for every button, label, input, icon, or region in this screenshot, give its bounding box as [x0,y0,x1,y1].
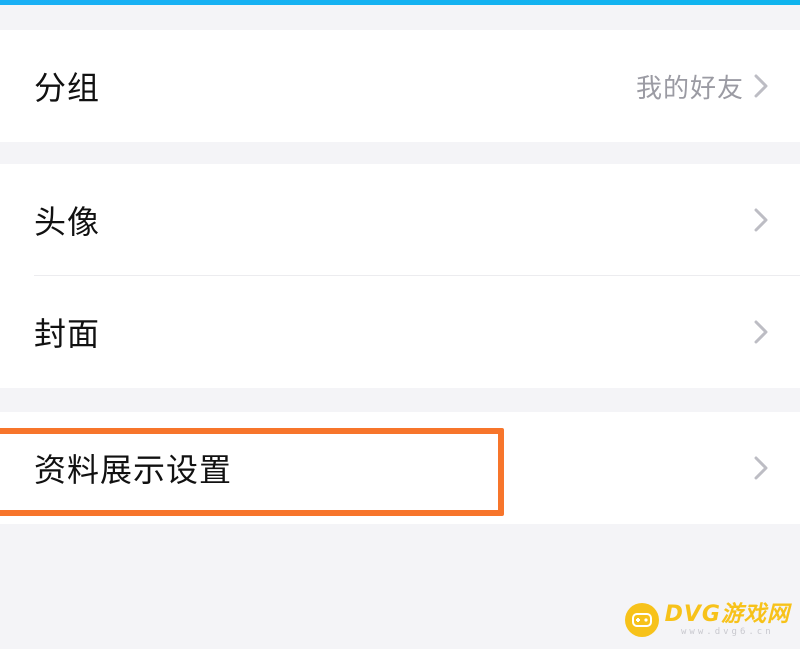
top-accent-bar [0,0,800,5]
chevron-right-icon [754,208,768,232]
row-profile-display-label: 资料展示设置 [34,451,233,489]
row-group-value: 我的好友 [635,73,744,104]
chevron-right-icon [754,320,768,344]
row-group[interactable]: 分组 我的好友 [0,30,800,142]
gamepad-icon [624,603,659,637]
profile-display-section: 资料展示设置 [0,412,800,524]
watermark-url: www.dvg6.cn [681,626,774,637]
chevron-right-icon [754,456,768,480]
row-avatar[interactable]: 头像 [0,164,800,276]
watermark-title: DVG游戏网 [664,601,790,627]
row-group-label: 分组 [34,69,101,107]
chevron-right-icon [754,74,768,98]
row-cover-label: 封面 [34,315,101,353]
row-avatar-label: 头像 [34,203,101,241]
group-section: 分组 我的好友 [0,30,800,142]
row-cover[interactable]: 封面 [0,276,800,388]
watermark: DVG游戏网 www.dvg6.cn [624,601,790,637]
row-profile-display-settings[interactable]: 资料展示设置 [0,412,800,524]
appearance-section: 头像 封面 [0,164,800,388]
